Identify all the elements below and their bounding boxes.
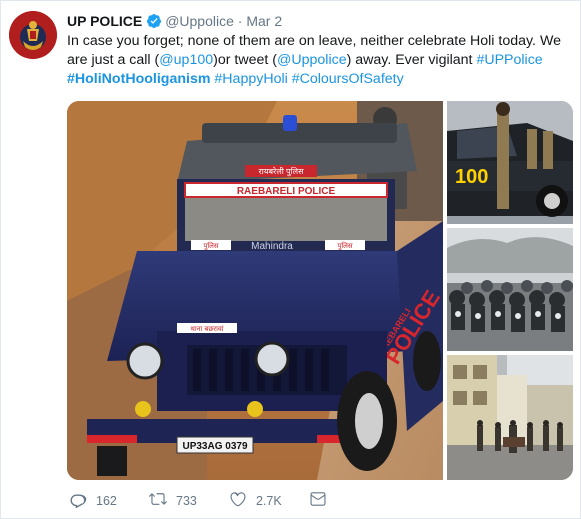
tweet-text-segment: )or tweet ( (213, 52, 277, 68)
mention-up100[interactable]: @up100 (159, 52, 213, 68)
display-name[interactable]: UP POLICE (67, 13, 142, 29)
hood-sign-right: पुलिस (337, 241, 353, 250)
mention-uppolice[interactable]: @Uppolice (277, 52, 347, 68)
tweet-text-line1: In case you forget; none of them are on … (67, 33, 561, 49)
hashtag-coloursofsafety[interactable]: #ColoursOfSafety (292, 71, 404, 87)
reply-icon (69, 490, 96, 511)
photo-police-motorcycles[interactable] (447, 228, 573, 351)
retweet-icon (148, 490, 176, 511)
tweet-header: UP POLICE @Uppolice · Mar 2 (67, 12, 282, 33)
verified-badge-icon (146, 13, 162, 33)
car-100-label: 100 (455, 166, 488, 188)
media-grid: RAEBARELI POLICE रायबरेली पुलिस पुलिस पु… (67, 101, 573, 480)
photo-police-jeep[interactable]: RAEBARELI POLICE रायबरेली पुलिस पुलिस पु… (67, 101, 443, 480)
tweet-actions: 162 733 2.7K (67, 490, 347, 514)
tweet-text-segment: are just a call ( (67, 52, 160, 68)
tweet-card[interactable]: UP POLICE @Uppolice · Mar 2 In case you f… (0, 0, 581, 519)
separator-dot: · (237, 13, 243, 29)
tweet-text-segment: ) away. Ever vigilant (346, 52, 477, 68)
hashtag-uppolice[interactable]: #UPPolice (476, 52, 542, 68)
jeep-roof-sign: रायबरेली पुलिस (259, 166, 305, 177)
like-icon (229, 490, 256, 511)
grille-brand: Mahindra (251, 241, 293, 252)
photo-police-car[interactable]: 100 (447, 101, 573, 224)
retweet-button[interactable]: 733 (148, 490, 197, 511)
hashtag-happyholi[interactable]: #HappyHoli (214, 71, 287, 87)
direct-message-button[interactable] (309, 490, 336, 511)
hashtag-holinothooliganism[interactable]: #HoliNotHooliganism (67, 71, 210, 87)
like-count: 2.7K (256, 493, 282, 508)
tweet-text: In case you forget; none of them are on … (67, 32, 572, 89)
like-button[interactable]: 2.7K (229, 490, 282, 511)
photo-street-march[interactable] (447, 355, 573, 480)
jeep-windshield-label: RAEBARELI POLICE (237, 186, 336, 197)
bumper-sign: थाना बछरावां (190, 325, 223, 333)
direct-message-icon (309, 490, 336, 511)
license-plate: UP33AG 0379 (182, 441, 247, 452)
hood-sign-left: पुलिस (203, 241, 219, 250)
handle[interactable]: @Uppolice (165, 13, 234, 29)
reply-button[interactable]: 162 (69, 490, 117, 511)
avatar[interactable] (9, 11, 57, 59)
retweet-count: 733 (176, 493, 197, 508)
tweet-date[interactable]: Mar 2 (246, 13, 282, 29)
reply-count: 162 (96, 493, 117, 508)
